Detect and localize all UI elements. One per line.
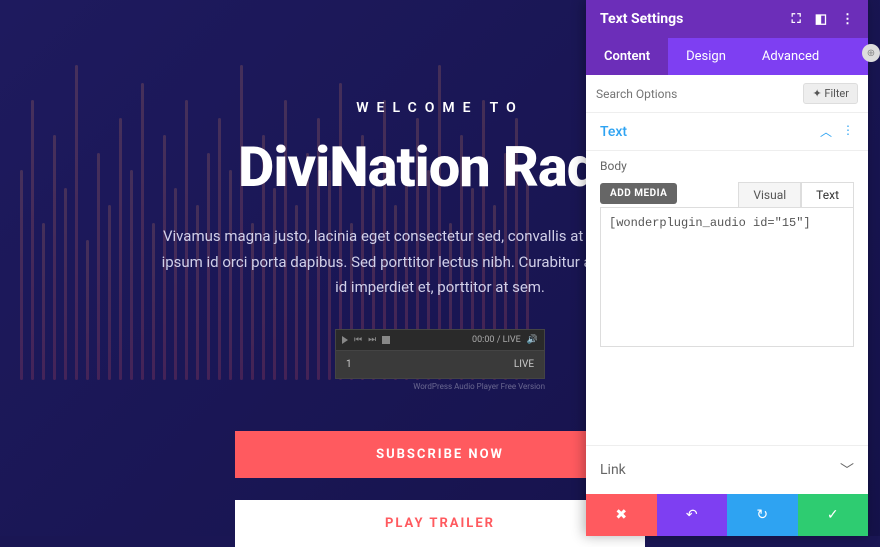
tab-design[interactable]: Design: [668, 38, 744, 75]
collapse-icon[interactable]: ︿: [820, 123, 832, 140]
prev-icon[interactable]: ⏮: [354, 335, 362, 345]
player-track: 1 LIVE: [335, 351, 545, 379]
save-button[interactable]: ✓: [798, 494, 869, 536]
volume-icon[interactable]: 🔊: [527, 335, 538, 345]
tab-advanced[interactable]: Advanced: [744, 38, 837, 75]
player-controls: ⏮ ⏭ 00:00 / LIVE 🔊: [335, 329, 545, 351]
subscribe-button[interactable]: SUBSCRIBE NOW: [235, 431, 645, 478]
editor-tab-visual[interactable]: Visual: [738, 182, 801, 208]
live-label: LIVE: [514, 359, 534, 370]
chevron-down-icon: ﹀: [840, 460, 854, 480]
section-menu-icon[interactable]: ⋮: [842, 123, 854, 140]
panel-tabs: Content Design Advanced: [586, 38, 868, 75]
panel-title: Text Settings: [600, 11, 683, 27]
expand-icon[interactable]: ⛶: [792, 12, 801, 27]
section-title: Text: [600, 124, 627, 140]
discard-button[interactable]: ✖: [586, 494, 657, 536]
audio-player[interactable]: ⏮ ⏭ 00:00 / LIVE 🔊 1 LIVE WordPress Audi…: [335, 329, 545, 391]
next-icon[interactable]: ⏭: [368, 335, 376, 345]
body-label: Body: [600, 159, 854, 173]
play-icon[interactable]: [342, 336, 348, 344]
player-time: 00:00 / LIVE: [472, 335, 521, 345]
add-media-button[interactable]: ADD MEDIA: [600, 183, 677, 204]
search-row: ✦ Filter: [586, 75, 868, 113]
link-section[interactable]: Link ﹀: [586, 445, 868, 494]
search-input[interactable]: [596, 87, 803, 101]
link-label: Link: [600, 462, 626, 478]
play-trailer-button[interactable]: PLAY TRAILER: [235, 500, 645, 547]
player-caption: WordPress Audio Player Free Version: [335, 382, 545, 391]
redo-button[interactable]: ↻: [727, 494, 798, 536]
snap-icon[interactable]: ◧: [815, 12, 827, 27]
list-icon[interactable]: [382, 336, 390, 344]
tab-content[interactable]: Content: [586, 38, 668, 75]
help-icon[interactable]: ⊕: [862, 44, 880, 62]
panel-actions: ✖ ↶ ↻ ✓: [586, 494, 868, 536]
body-editor: Body ADD MEDIA Visual Text: [586, 151, 868, 365]
track-number: 1: [346, 359, 352, 370]
filter-button[interactable]: ✦ Filter: [803, 83, 858, 104]
editor-textarea[interactable]: [600, 207, 854, 347]
text-section: Text ︿ ⋮: [586, 113, 868, 151]
menu-icon[interactable]: ⋮: [841, 12, 854, 27]
panel-header: Text Settings ⛶ ◧ ⋮: [586, 0, 868, 38]
settings-panel: Text Settings ⛶ ◧ ⋮ Content Design Advan…: [586, 0, 868, 536]
undo-button[interactable]: ↶: [657, 494, 728, 536]
editor-tab-text[interactable]: Text: [801, 182, 854, 208]
